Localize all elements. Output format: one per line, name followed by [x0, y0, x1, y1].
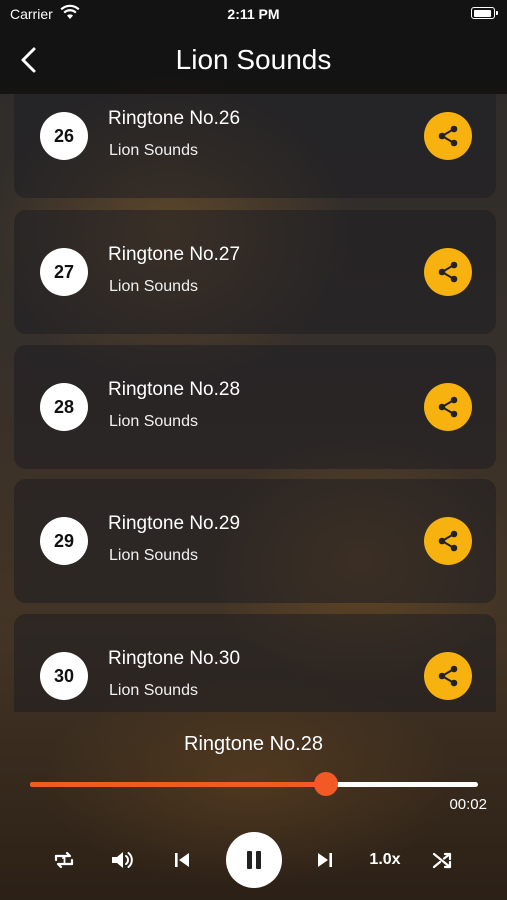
share-button[interactable]: [424, 652, 472, 700]
previous-button[interactable]: [168, 846, 196, 874]
shuffle-icon: [432, 852, 452, 869]
share-button[interactable]: [424, 517, 472, 565]
item-subtitle: Lion Sounds: [109, 142, 198, 159]
item-number: 30: [40, 652, 88, 700]
item-title: Ringtone No.30: [108, 648, 241, 669]
progress-slider[interactable]: [30, 772, 478, 796]
share-icon: [438, 125, 458, 147]
item-title: Ringtone No.29: [108, 513, 241, 534]
elapsed-time: 00:02: [449, 796, 487, 813]
nav-bar: Lion Sounds: [0, 28, 507, 94]
next-icon: [318, 853, 332, 867]
repeat-one-icon: [54, 851, 74, 869]
repeat-button[interactable]: [50, 846, 78, 874]
share-icon: [438, 530, 458, 552]
item-subtitle: Lion Sounds: [109, 547, 198, 564]
item-number: 29: [40, 517, 88, 565]
share-icon: [438, 396, 458, 418]
list-item[interactable]: 29 Ringtone No.29 Lion Sounds: [14, 479, 496, 603]
clock: 2:11 PM: [227, 6, 280, 22]
player-controls: 1.0x: [0, 830, 507, 890]
share-icon: [438, 261, 458, 283]
item-number: 26: [40, 112, 88, 160]
speed-button[interactable]: 1.0x: [363, 848, 407, 872]
battery-icon: [471, 7, 498, 19]
list-item[interactable]: 28 Ringtone No.28 Lion Sounds: [14, 345, 496, 469]
now-playing-title: Ringtone No.28: [184, 733, 323, 755]
volume-icon: [112, 852, 133, 868]
share-button[interactable]: [424, 383, 472, 431]
progress-fill: [30, 782, 326, 787]
item-number: 27: [40, 248, 88, 296]
list-item[interactable]: 30 Ringtone No.30 Lion Sounds: [14, 614, 496, 712]
pause-icon: [247, 851, 261, 869]
list-item[interactable]: 26 Ringtone No.26 Lion Sounds: [14, 94, 496, 198]
previous-icon: [175, 853, 189, 867]
item-subtitle: Lion Sounds: [109, 413, 198, 430]
status-bar: Carrier 2:11 PM: [0, 0, 507, 28]
item-number: 28: [40, 383, 88, 431]
share-button[interactable]: [424, 248, 472, 296]
item-title: Ringtone No.27: [108, 244, 241, 265]
item-subtitle: Lion Sounds: [109, 682, 198, 699]
list-item[interactable]: 27 Ringtone No.27 Lion Sounds: [14, 210, 496, 334]
item-title: Ringtone No.28: [108, 379, 241, 400]
page-title: Lion Sounds: [175, 44, 332, 75]
item-subtitle: Lion Sounds: [109, 278, 198, 295]
volume-button[interactable]: [108, 846, 136, 874]
share-button[interactable]: [424, 112, 472, 160]
item-title: Ringtone No.26: [108, 108, 241, 129]
progress-thumb[interactable]: [313, 772, 338, 796]
ringtone-list[interactable]: 26 Ringtone No.26 Lion Sounds 27 Rington…: [0, 94, 507, 712]
next-button[interactable]: [311, 846, 339, 874]
pause-button[interactable]: [226, 832, 282, 888]
share-icon: [438, 665, 458, 687]
shuffle-button[interactable]: [429, 846, 457, 874]
